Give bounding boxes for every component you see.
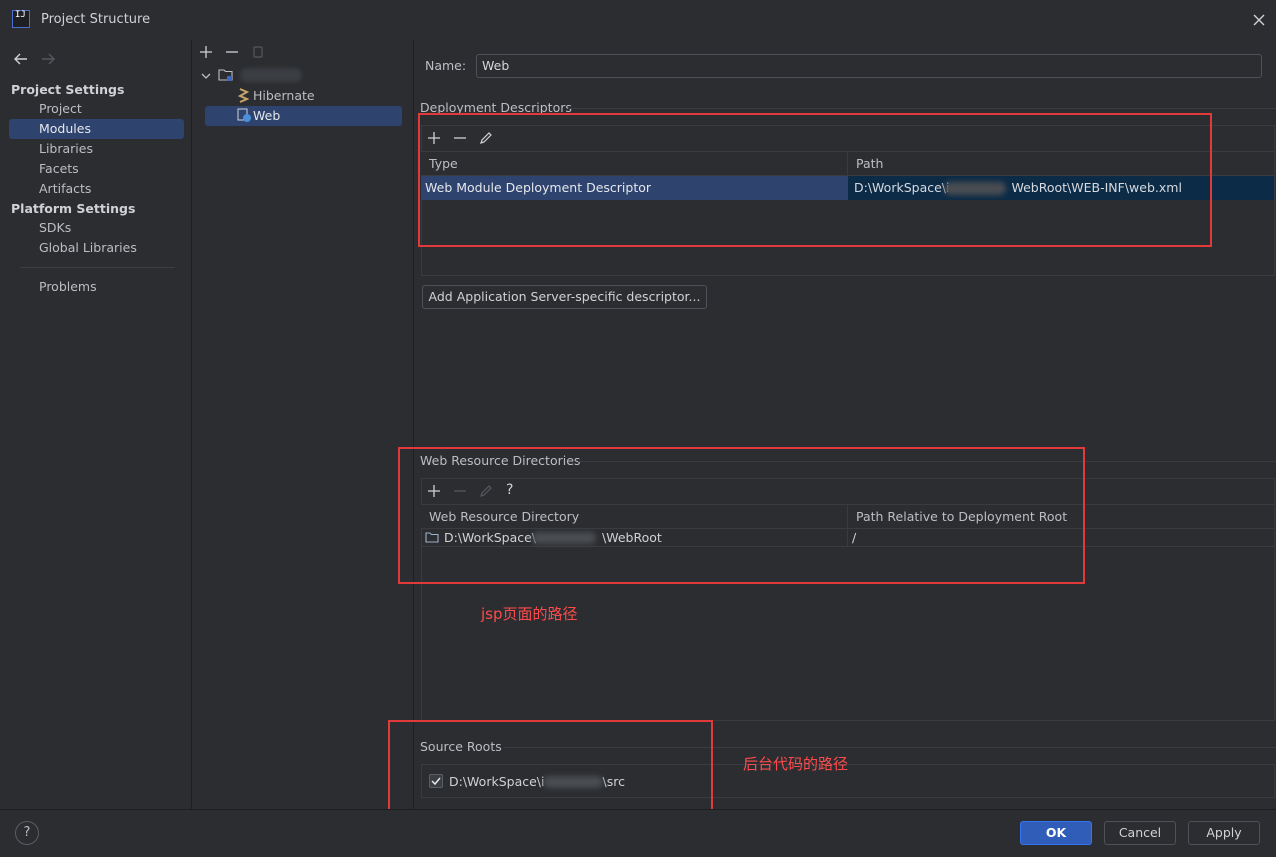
tree-item-web[interactable]: Web <box>205 106 402 126</box>
window-title: Project Structure <box>41 12 151 27</box>
nav-item-sdks[interactable]: SDKs <box>9 218 184 238</box>
name-label: Name: <box>425 58 467 73</box>
annotation-jsp-path: jsp页面的路径 <box>481 605 578 623</box>
web-facet-icon <box>237 108 252 123</box>
nav-item-project[interactable]: Project <box>9 99 184 119</box>
add-server-descriptor-button[interactable]: Add Application Server-specific descript… <box>422 285 707 309</box>
module-folder-icon <box>218 68 234 82</box>
nav-item-artifacts[interactable]: Artifacts <box>9 179 184 199</box>
annotation-box-deployment <box>418 113 1212 247</box>
nav-divider <box>20 267 175 268</box>
platform-settings-heading: Platform Settings <box>11 201 136 216</box>
nav-item-facets[interactable]: Facets <box>9 159 184 179</box>
add-icon[interactable] <box>198 44 214 60</box>
chevron-down-icon[interactable] <box>200 70 212 82</box>
copy-icon <box>250 44 266 60</box>
apply-button[interactable]: Apply <box>1188 821 1260 845</box>
hibernate-icon <box>237 88 250 103</box>
project-settings-heading: Project Settings <box>11 82 125 97</box>
nav-item-global-libraries[interactable]: Global Libraries <box>9 238 184 258</box>
title-bar <box>0 0 1276 40</box>
module-tree-pane <box>193 40 414 809</box>
nav-item-modules[interactable]: Modules <box>9 119 184 139</box>
help-button[interactable]: ? <box>15 821 39 845</box>
nav-item-problems[interactable]: Problems <box>9 277 184 297</box>
tree-item-hibernate[interactable]: Hibernate <box>253 86 315 106</box>
name-input[interactable]: Web <box>476 54 1262 78</box>
intellij-app-icon: IJ <box>12 10 30 28</box>
group-divider <box>568 108 1276 109</box>
close-icon[interactable] <box>1250 11 1268 29</box>
nav-item-libraries[interactable]: Libraries <box>9 139 184 159</box>
annotation-backend-path: 后台代码的路径 <box>743 755 849 773</box>
cancel-button[interactable]: Cancel <box>1104 821 1176 845</box>
remove-icon[interactable] <box>224 44 240 60</box>
annotation-box-resources <box>398 447 1085 584</box>
redacted-module-name <box>240 68 302 82</box>
forward-arrow-icon[interactable] <box>38 50 58 68</box>
annotation-box-source-roots <box>388 720 713 817</box>
ok-button[interactable]: OK <box>1020 821 1092 845</box>
back-arrow-icon[interactable] <box>12 50 32 68</box>
